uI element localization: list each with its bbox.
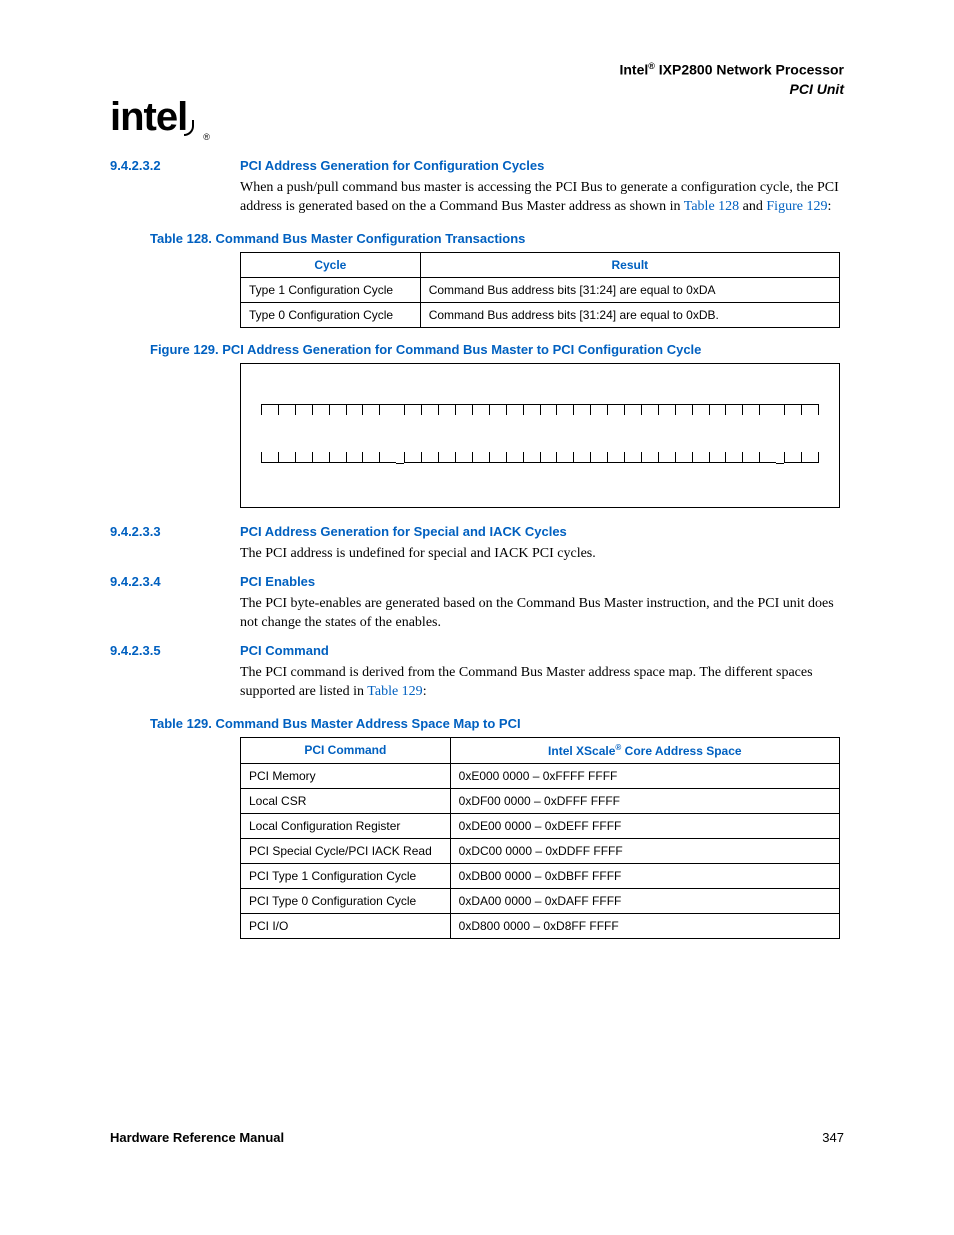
table-row: PCI Type 1 Configuration Cycle0xDB00 000… (241, 863, 840, 888)
body-paragraph: The PCI address is undefined for special… (240, 545, 844, 564)
table-129: PCI Command Intel XScale® Core Address S… (240, 737, 840, 939)
xref-figure-129[interactable]: Figure 129 (766, 199, 827, 214)
table-row: Local CSR0xDF00 0000 – 0xDFFF FFFF (241, 788, 840, 813)
table-header: Result (420, 253, 839, 278)
section-title: PCI Address Generation for Configuration… (240, 158, 544, 173)
table-row: PCI Special Cycle/PCI IACK Read0xDC00 00… (241, 838, 840, 863)
footer-title: Hardware Reference Manual (110, 1130, 284, 1145)
section-title: PCI Command (240, 643, 329, 658)
table-row: Type 1 Configuration Cycle Command Bus a… (241, 278, 840, 303)
section-heading: 9.4.2.3.5 PCI Command (110, 643, 844, 658)
body-paragraph: The PCI byte-enables are generated based… (240, 595, 844, 633)
section-number: 9.4.2.3.5 (110, 643, 200, 658)
body-paragraph: When a push/pull command bus master is a… (240, 179, 844, 217)
table-row: PCI I/O0xD800 0000 – 0xD8FF FFFF (241, 913, 840, 938)
table-header: Intel XScale® Core Address Space (450, 737, 839, 763)
page-number: 347 (822, 1130, 844, 1145)
figure-129-caption: Figure 129. PCI Address Generation for C… (150, 342, 844, 357)
section-title: PCI Address Generation for Special and I… (240, 524, 567, 539)
brand-name: Intel (619, 62, 648, 78)
body-paragraph: The PCI command is derived from the Comm… (240, 664, 844, 702)
table-129-caption: Table 129. Command Bus Master Address Sp… (150, 716, 844, 731)
bit-ruler-bottom (261, 452, 819, 464)
product-name: IXP2800 Network Processor (655, 62, 844, 78)
bit-ruler-top (261, 404, 819, 416)
section-heading: 9.4.2.3.3 PCI Address Generation for Spe… (110, 524, 844, 539)
section-heading: 9.4.2.3.4 PCI Enables (110, 574, 844, 589)
page-footer: Hardware Reference Manual 347 (110, 1130, 844, 1145)
logo-text: intel (110, 95, 187, 139)
section-number: 9.4.2.3.4 (110, 574, 200, 589)
table-128: Cycle Result Type 1 Configuration Cycle … (240, 252, 840, 328)
table-header: Cycle (241, 253, 421, 278)
xref-table-129[interactable]: Table 129 (367, 684, 422, 699)
figure-129 (240, 363, 840, 508)
table-header: PCI Command (241, 737, 451, 763)
xref-table-128[interactable]: Table 128 (684, 199, 739, 214)
unit-subtitle: PCI Unit (790, 81, 844, 97)
page-header: Intel® IXP2800 Network Processor PCI Uni… (110, 60, 844, 98)
section-title: PCI Enables (240, 574, 315, 589)
section-heading: 9.4.2.3.2 PCI Address Generation for Con… (110, 158, 844, 173)
section-number: 9.4.2.3.3 (110, 524, 200, 539)
logo-swoop-icon (184, 120, 194, 136)
table-row: Local Configuration Register0xDE00 0000 … (241, 813, 840, 838)
table-row: PCI Type 0 Configuration Cycle0xDA00 000… (241, 888, 840, 913)
table-row: PCI Memory0xE000 0000 – 0xFFFF FFFF (241, 763, 840, 788)
table-row: Type 0 Configuration Cycle Command Bus a… (241, 303, 840, 328)
section-number: 9.4.2.3.2 (110, 158, 200, 173)
registered-mark: ® (648, 61, 655, 71)
logo-reg: ® (203, 132, 210, 142)
intel-logo: intel® (110, 95, 204, 140)
table-128-caption: Table 128. Command Bus Master Configurat… (150, 231, 844, 246)
